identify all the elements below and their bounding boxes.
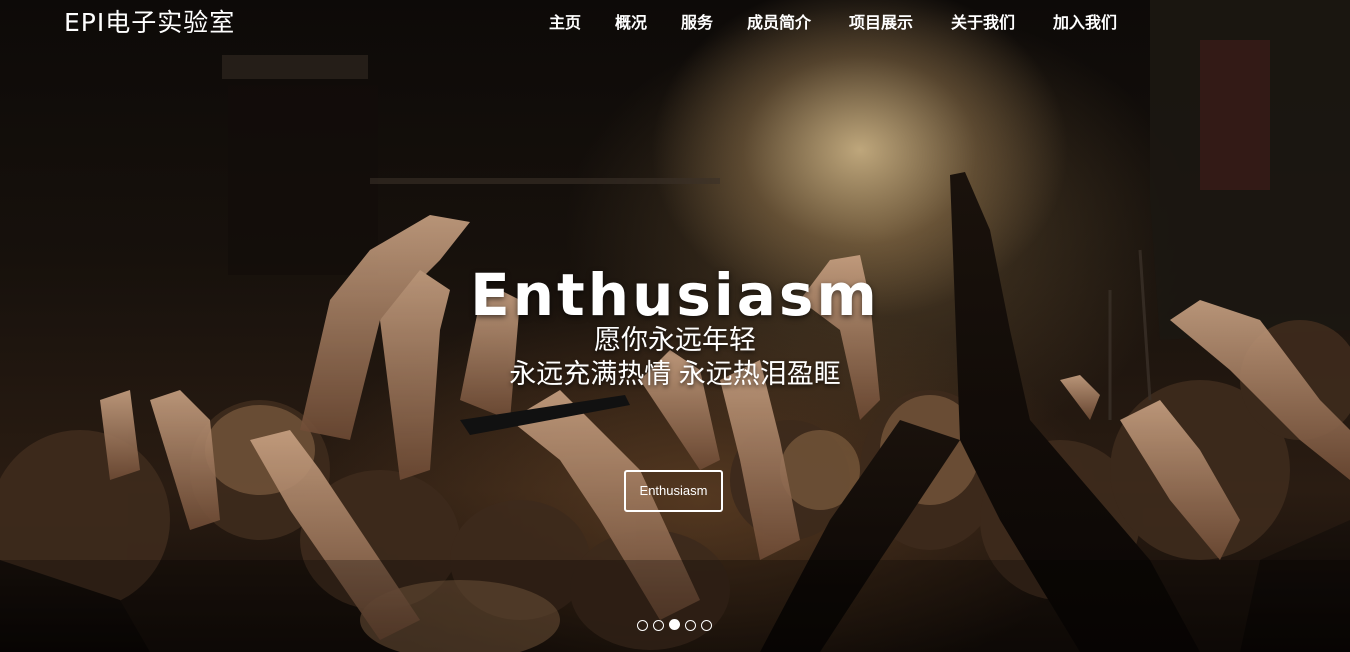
carousel-dot-3[interactable] [669, 619, 680, 630]
nav-item-join[interactable]: 加入我们 [1053, 13, 1117, 35]
main-menu: 主页 概况 服务 成员简介 项目展示 关于我们 加入我们 [0, 13, 1350, 37]
nav-item-about[interactable]: 关于我们 [951, 13, 1015, 35]
carousel-dot-5[interactable] [701, 620, 712, 631]
nav-item-home[interactable]: 主页 [549, 13, 581, 35]
carousel-dot-2[interactable] [653, 620, 664, 631]
hero-title: Enthusiasm [470, 261, 880, 329]
hero-subtitle-line1: 愿你永远年轻 [594, 325, 756, 355]
nav-item-members[interactable]: 成员简介 [747, 13, 811, 35]
hero-slide: EPI电子实验室 主页 概况 服务 成员简介 项目展示 关于我们 加入我们 En… [0, 0, 1350, 652]
carousel-dot-4[interactable] [685, 620, 696, 631]
nav-item-overview[interactable]: 概况 [615, 13, 647, 35]
hero-cta-button[interactable]: Enthusiasm [624, 470, 723, 512]
nav-item-services[interactable]: 服务 [681, 13, 713, 35]
nav-item-projects[interactable]: 项目展示 [849, 13, 913, 35]
hero-subtitle-line2: 永远充满热情 永远热泪盈眶 [509, 359, 841, 389]
top-navbar: EPI电子实验室 主页 概况 服务 成员简介 项目展示 关于我们 加入我们 [0, 0, 1350, 48]
carousel-dot-1[interactable] [637, 620, 648, 631]
